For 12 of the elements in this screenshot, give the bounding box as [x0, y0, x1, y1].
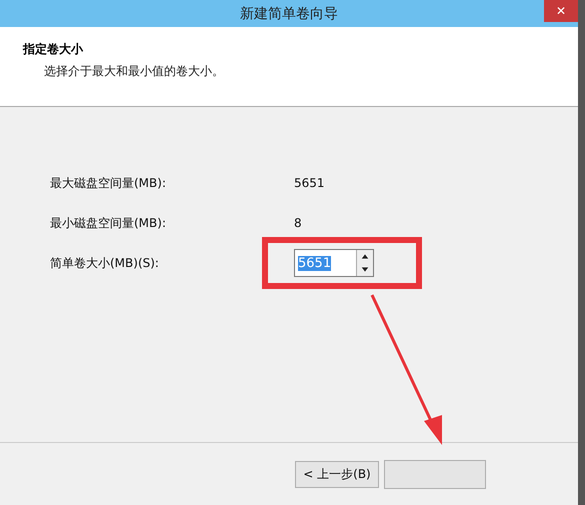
field-label: 简单卷大小(MB)(S): — [50, 254, 160, 272]
field-label: 最小磁盘空间量(MB): — [50, 214, 167, 232]
field-value: 8 — [294, 216, 302, 230]
window-title: 新建简单卷向导 — [240, 4, 338, 22]
back-button[interactable]: < 上一步(B) — [295, 460, 379, 488]
size-value: 5651 — [298, 256, 332, 270]
field-label: 最大磁盘空间量(MB): — [50, 174, 167, 192]
page-heading: 指定卷大小 — [23, 41, 84, 58]
close-button[interactable]: ✕ — [544, 0, 578, 22]
field-value: 5651 — [294, 176, 325, 190]
size-spinner[interactable]: 5651 — [294, 249, 374, 277]
page-description: 选择介于最大和最小值的卷大小。 — [43, 63, 225, 80]
